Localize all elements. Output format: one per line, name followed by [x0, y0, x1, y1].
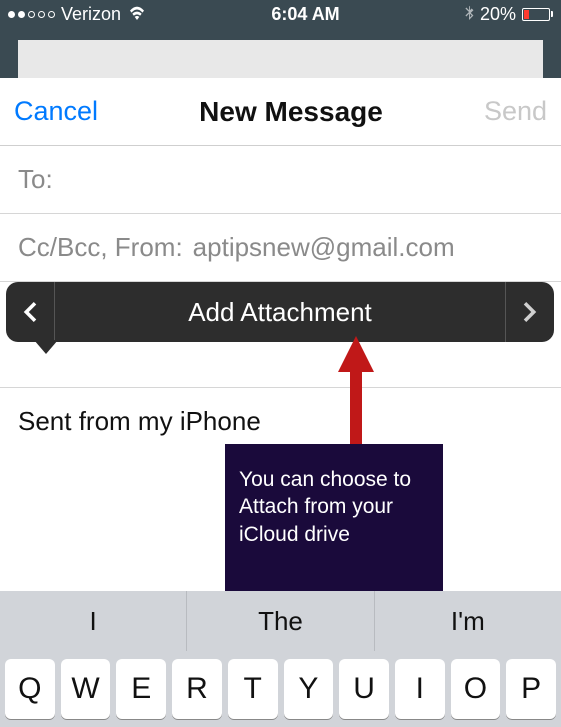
key-i[interactable]: I: [395, 659, 445, 719]
key-p[interactable]: P: [506, 659, 556, 719]
key-y[interactable]: Y: [284, 659, 334, 719]
key-r[interactable]: R: [172, 659, 222, 719]
cancel-button[interactable]: Cancel: [14, 96, 98, 127]
clock-label: 6:04 AM: [271, 4, 339, 25]
page-title: New Message: [199, 96, 383, 128]
send-button[interactable]: Send: [484, 96, 547, 127]
nav-bar: Cancel New Message Send: [0, 78, 561, 146]
to-field[interactable]: To:: [0, 146, 561, 214]
popover-prev-button[interactable]: [6, 302, 54, 322]
suggestion-bar: I The I'm: [0, 591, 561, 651]
suggestion-3[interactable]: I'm: [375, 591, 561, 651]
key-t[interactable]: T: [228, 659, 278, 719]
battery-icon: [522, 8, 553, 21]
key-e[interactable]: E: [116, 659, 166, 719]
popover-caret-icon: [34, 340, 58, 354]
carrier-label: Verizon: [61, 4, 121, 25]
key-o[interactable]: O: [451, 659, 501, 719]
add-attachment-button[interactable]: Add Attachment: [55, 297, 505, 328]
popover-next-button[interactable]: [506, 302, 554, 322]
ccbcc-label: Cc/Bcc, From:: [18, 232, 183, 263]
annotation-text: You can choose to Attach from your iClou…: [239, 468, 411, 546]
annotation-callout: You can choose to Attach from your iClou…: [225, 444, 443, 594]
keyboard: I The I'm Q W E R T Y U I O P: [0, 591, 561, 727]
wifi-icon: [127, 4, 147, 25]
key-w[interactable]: W: [61, 659, 111, 719]
ccbcc-from-field[interactable]: Cc/Bcc, From: aptipsnew@gmail.com: [0, 214, 561, 282]
key-row-1: Q W E R T Y U I O P: [0, 651, 561, 727]
bluetooth-icon: [464, 4, 474, 25]
key-u[interactable]: U: [339, 659, 389, 719]
signal-strength-icon: [8, 11, 55, 18]
suggestion-1[interactable]: I: [0, 591, 186, 651]
status-bar: Verizon 6:04 AM 20%: [0, 0, 561, 28]
suggestion-2[interactable]: The: [187, 591, 373, 651]
key-q[interactable]: Q: [5, 659, 55, 719]
battery-pct-label: 20%: [480, 4, 516, 25]
to-label: To:: [18, 164, 53, 195]
context-menu-popover: Add Attachment: [6, 282, 554, 342]
from-value: aptipsnew@gmail.com: [193, 232, 455, 263]
